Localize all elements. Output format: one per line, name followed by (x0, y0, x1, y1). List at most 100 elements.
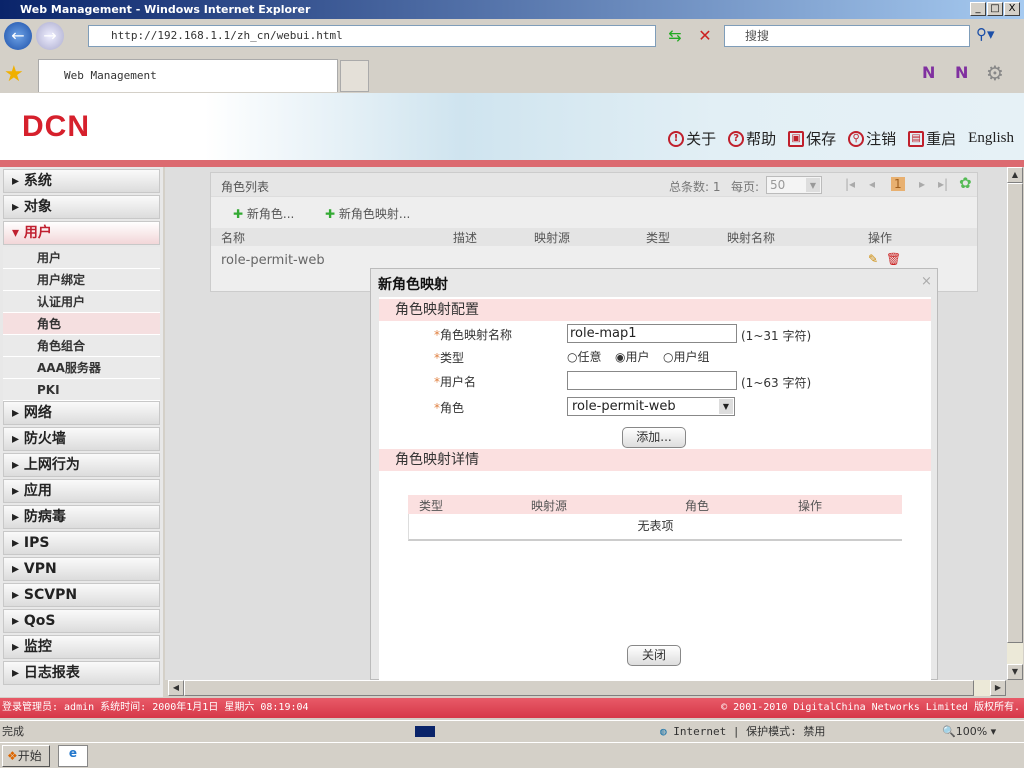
gear-icon[interactable]: ⚙ (986, 61, 1004, 85)
scroll-right-icon[interactable]: ▶ (990, 680, 1006, 696)
role-select[interactable]: role-permit-web ▼ (567, 397, 735, 416)
prev-page-icon[interactable]: ◂ (869, 177, 875, 191)
dialog-body: 角色映射配置 *角色映射名称 role-map1 (1~31 字符) *类型 ○… (379, 297, 931, 681)
horizontal-scrollbar[interactable]: ◀ ▶ (168, 680, 1006, 696)
table-row[interactable]: role-permit-web (221, 253, 325, 268)
sidebar-group-user[interactable]: ▾ 用户 (3, 221, 160, 245)
sidebar-group-9[interactable]: ▸ 监控 (3, 635, 160, 659)
col-desc: 描述 (453, 231, 478, 245)
name-hint: (1~31 字符) (741, 329, 812, 343)
add-button[interactable]: 添加... (622, 427, 686, 448)
scroll-left-icon[interactable]: ◀ (168, 680, 184, 696)
help-label: 帮助 (746, 130, 777, 148)
sidebar-item-pki[interactable]: PKI (3, 379, 160, 401)
vertical-scrollbar[interactable]: ▲ ▼ (1007, 167, 1023, 680)
onenote-icon[interactable]: N (922, 63, 935, 82)
about-link[interactable]: ! 关于 (668, 128, 716, 149)
search-input[interactable]: 搜搜 (724, 25, 970, 47)
per-page-select[interactable]: 50 ▼ (766, 176, 822, 194)
scroll-down-icon[interactable]: ▼ (1007, 664, 1023, 680)
logout-link[interactable]: ⚲ 注销 (848, 128, 896, 149)
group-label: 网络 (23, 405, 52, 421)
sidebar-group-2[interactable]: ▸ 上网行为 (3, 453, 160, 477)
sidebar-item-user[interactable]: 用户 (3, 247, 160, 269)
stop-icon[interactable]: ✕ (694, 26, 716, 48)
current-page[interactable]: 1 (891, 177, 905, 191)
address-bar[interactable]: http://192.168.1.1/zh_cn/webui.html (88, 25, 656, 47)
edit-icon[interactable]: ✎ (868, 252, 878, 266)
sidebar-group-10[interactable]: ▸ 日志报表 (3, 661, 160, 685)
sidebar-group-8[interactable]: ▸ QoS (3, 609, 160, 633)
forward-icon[interactable]: → (36, 22, 64, 50)
username-hint: (1~63 字符) (741, 376, 812, 390)
header-divider (0, 160, 1024, 167)
english-link[interactable]: English (968, 128, 1014, 149)
scroll-thumb[interactable] (184, 680, 974, 696)
first-page-icon[interactable]: |◂ (845, 177, 855, 191)
sidebar-group-1[interactable]: ▸ 防火墙 (3, 427, 160, 451)
new-role-mapping-button[interactable]: ✚ 新角色映射... (325, 205, 410, 222)
close-button[interactable]: 关闭 (627, 645, 681, 666)
info-icon: ! (668, 130, 685, 147)
top-links: ! 关于 ? 帮助 ▣ 保存 ⚲ 注销 ▤ 重启 English (668, 128, 1014, 149)
last-page-icon[interactable]: ▸| (938, 177, 948, 191)
sidebar-group-7[interactable]: ▸ SCVPN (3, 583, 160, 607)
group-label: IPS (23, 535, 50, 551)
radio-user-group[interactable]: ○用户组 (663, 348, 710, 365)
new-role-button[interactable]: ✚ 新角色... (233, 205, 294, 222)
start-button[interactable]: ❖开始 (2, 745, 50, 767)
sidebar-item-user-binding[interactable]: 用户绑定 (3, 269, 160, 291)
refresh-list-icon[interactable]: ✿ (959, 174, 972, 192)
reboot-link[interactable]: ▤ 重启 (908, 128, 956, 149)
minimize-button[interactable]: _ (970, 2, 986, 16)
zoom-level[interactable]: 🔍100% ▾ (942, 721, 996, 742)
close-icon[interactable]: × (921, 274, 932, 289)
refresh-icon[interactable]: ⇆ (662, 26, 688, 48)
group-label: QoS (23, 613, 56, 629)
sidebar-group-object[interactable]: ▸ 对象 (3, 195, 160, 219)
label-text: 角色 (440, 401, 465, 415)
search-icon[interactable]: ⚲▾ (976, 25, 1016, 47)
delete-icon[interactable]: 🗑 (886, 252, 901, 266)
config-section-header: 角色映射配置 (379, 299, 931, 321)
next-page-icon[interactable]: ▸ (919, 177, 925, 191)
new-tab-button[interactable] (340, 60, 369, 92)
save-icon: ▣ (788, 130, 805, 147)
sidebar-item-aaa[interactable]: AAA服务器 (3, 357, 160, 379)
col-name: 名称 (221, 231, 246, 245)
close-window-button[interactable]: X (1004, 2, 1020, 16)
sidebar-group-5[interactable]: ▸ IPS (3, 531, 160, 555)
detail-section-header: 角色映射详情 (379, 449, 931, 471)
col-type: 类型 (646, 231, 671, 245)
sidebar-group-4[interactable]: ▸ 防病毒 (3, 505, 160, 529)
scroll-up-icon[interactable]: ▲ (1007, 167, 1023, 183)
sidebar-group-0[interactable]: ▸ 网络 (3, 401, 160, 425)
radio-label: 用户组 (673, 350, 710, 364)
browser-tab[interactable]: Web Management (38, 59, 338, 92)
save-link[interactable]: ▣ 保存 (788, 128, 836, 149)
sidebar-group-3[interactable]: ▸ 应用 (3, 479, 160, 503)
favorites-star-icon[interactable]: ★ (4, 62, 24, 87)
ie-taskbar-icon[interactable]: e (58, 745, 88, 767)
group-label: 防病毒 (23, 509, 66, 525)
reboot-label: 重启 (926, 130, 957, 148)
per-page-label: 每页: (731, 180, 760, 194)
sidebar-item-auth-user[interactable]: 认证用户 (3, 291, 160, 313)
tab-title: Web Management (64, 69, 157, 82)
group-label: 用户 (23, 225, 52, 241)
radio-user[interactable]: ◉用户 (615, 348, 650, 365)
chevron-down-icon: ▼ (806, 178, 820, 192)
sidebar-item-role[interactable]: 角色 (3, 313, 160, 335)
sidebar-group-6[interactable]: ▸ VPN (3, 557, 160, 581)
onenote-link-icon[interactable]: N (955, 63, 968, 82)
back-icon[interactable]: ← (4, 22, 32, 50)
scroll-thumb[interactable] (1007, 183, 1023, 643)
mapping-name-input[interactable]: role-map1 (567, 324, 737, 343)
sidebar-group-system[interactable]: ▸ 系统 (3, 169, 160, 193)
dcn-logo: DCN (22, 110, 90, 143)
help-link[interactable]: ? 帮助 (728, 128, 776, 149)
maximize-button[interactable]: □ (987, 2, 1003, 16)
username-input[interactable] (567, 371, 737, 390)
radio-any[interactable]: ○任意 (567, 348, 602, 365)
sidebar-item-role-combo[interactable]: 角色组合 (3, 335, 160, 357)
